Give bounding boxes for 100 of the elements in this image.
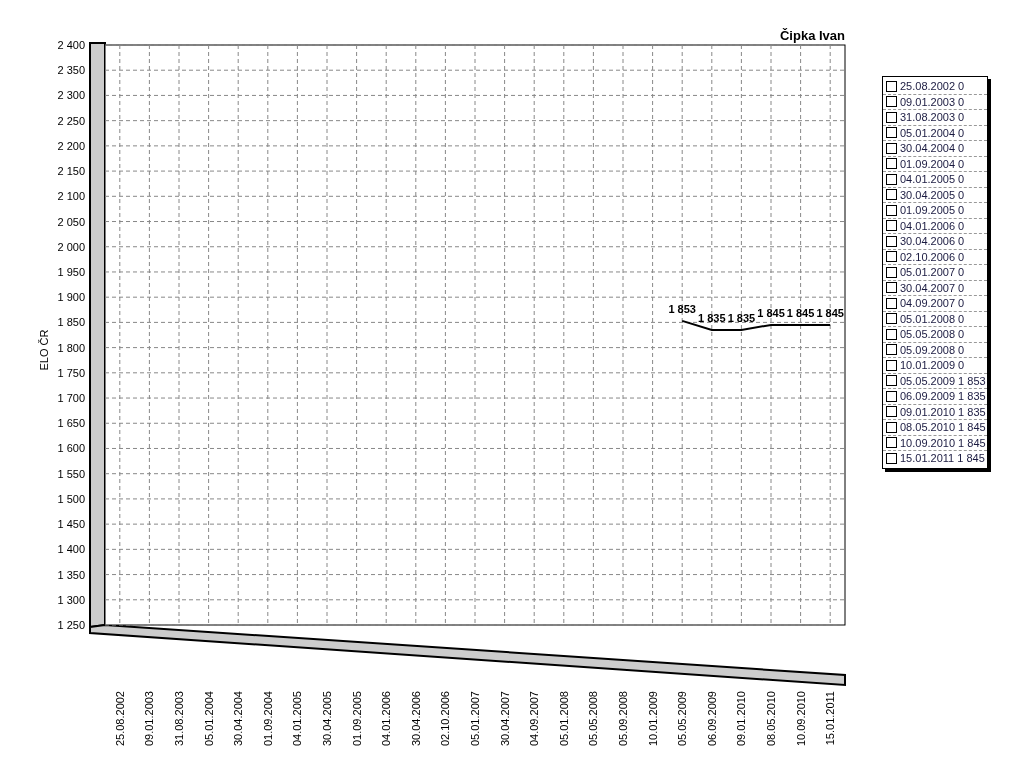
x-tick-label: 06.09.2009 xyxy=(705,691,718,747)
legend-label: 05.05.2008 0 xyxy=(900,328,965,341)
legend-checkbox[interactable] xyxy=(886,390,897,402)
y-tick-label: 1 900 xyxy=(57,291,85,304)
data-label: 1 835 xyxy=(727,311,756,324)
x-tick-label: 10.09.2010 xyxy=(794,691,807,747)
legend-label: 04.09.2007 0 xyxy=(900,297,965,310)
legend-label: 30.04.2006 0 xyxy=(900,235,965,248)
legend-checkbox[interactable] xyxy=(886,266,897,278)
y-tick-label: 1 300 xyxy=(57,593,85,606)
legend-label: 02.10.2006 0 xyxy=(900,250,965,263)
y-tick-label: 1 500 xyxy=(57,492,85,505)
x-tick-label: 04.01.2005 xyxy=(291,691,304,747)
legend-label: 05.01.2007 0 xyxy=(900,266,965,279)
legend-checkbox[interactable] xyxy=(886,220,897,232)
x-tick-label: 05.05.2008 xyxy=(587,691,600,747)
legend-checkbox[interactable] xyxy=(886,313,897,325)
legend-label: 04.01.2006 0 xyxy=(900,219,965,232)
y-tick-label: 1 700 xyxy=(57,392,85,405)
y-tick-label: 1 350 xyxy=(57,568,85,581)
y-tick-label: 1 450 xyxy=(57,518,85,531)
y-tick-label: 1 250 xyxy=(57,619,85,631)
legend-checkbox[interactable] xyxy=(886,142,897,154)
legend-checkbox[interactable] xyxy=(886,421,897,433)
legend-checkbox[interactable] xyxy=(886,452,897,464)
y-axis-label: ELO ČR xyxy=(38,329,50,371)
legend-label: 06.09.2009 1 835 xyxy=(900,390,986,403)
x-tick-label: 30.04.2007 xyxy=(498,691,511,747)
legend-checkbox[interactable] xyxy=(886,251,897,263)
legend-label: 01.09.2005 0 xyxy=(900,204,965,217)
legend-checkbox[interactable] xyxy=(886,359,897,371)
legend-label: 15.01.2011 1 845 xyxy=(900,452,985,465)
legend-label: 04.01.2005 0 xyxy=(900,173,965,186)
data-label: 1 835 xyxy=(698,311,726,324)
x-tick-label: 30.04.2006 xyxy=(409,691,422,747)
y-tick-label: 2 050 xyxy=(57,215,85,228)
data-label: 1 845 xyxy=(816,306,844,319)
x-tick-label: 08.05.2010 xyxy=(765,691,777,747)
x-tick-label: 15.01.2011 xyxy=(824,691,837,746)
x-tick-label: 09.01.2010 xyxy=(735,691,748,747)
legend-label: 31.08.2003 0 xyxy=(900,111,965,124)
legend-checkbox[interactable] xyxy=(886,80,897,92)
legend-checkbox[interactable] xyxy=(886,235,897,247)
legend-label: 30.04.2004 0 xyxy=(900,142,965,155)
legend-label: 10.01.2009 0 xyxy=(900,359,965,372)
y-tick-label: 1 600 xyxy=(57,442,85,455)
y-tick-label: 1 750 xyxy=(57,366,85,379)
y-tick-label: 2 150 xyxy=(57,165,85,178)
legend-label: 05.09.2008 0 xyxy=(900,343,965,356)
legend-label: 05.01.2004 0 xyxy=(900,126,965,139)
data-label: 1 853 xyxy=(668,302,696,315)
y-tick-label: 2 400 xyxy=(57,39,85,51)
y-tick-label: 2 300 xyxy=(57,89,85,102)
x-tick-label: 30.04.2004 xyxy=(232,691,245,747)
y-tick-label: 1 650 xyxy=(57,417,85,430)
y-tick-label: 2 000 xyxy=(57,240,85,253)
x-tick-label: 05.09.2008 xyxy=(617,691,629,747)
legend-checkbox[interactable] xyxy=(886,127,897,139)
y-tick-label: 2 200 xyxy=(57,139,85,152)
legend-checkbox[interactable] xyxy=(886,189,897,201)
x-tick-label: 01.09.2005 xyxy=(350,691,363,747)
x-tick-label: 05.05.2009 xyxy=(676,691,689,747)
data-label: 1 845 xyxy=(757,306,785,319)
x-tick-label: 25.08.2002 xyxy=(113,691,126,747)
legend-label: 05.01.2008 0 xyxy=(900,312,965,325)
x-tick-label: 01.09.2004 xyxy=(261,691,274,747)
y-tick-label: 2 100 xyxy=(57,190,85,203)
legend-label: 25.08.2002 0 xyxy=(900,80,965,93)
y-tick-label: 2 350 xyxy=(57,64,85,77)
x-tick-label: 09.01.2003 xyxy=(143,691,156,747)
legend-checkbox[interactable] xyxy=(886,111,897,123)
legend-checkbox[interactable] xyxy=(886,173,897,185)
legend-checkbox[interactable] xyxy=(886,344,897,356)
legend-label: 05.05.2009 1 853 xyxy=(900,374,986,387)
legend-checkbox[interactable] xyxy=(886,204,897,216)
legend-checkbox[interactable] xyxy=(886,328,897,340)
legend-checkbox[interactable] xyxy=(886,406,897,418)
legend-label: 09.01.2010 1 835 xyxy=(900,405,986,418)
legend-checkbox[interactable] xyxy=(886,96,897,108)
y-tick-label: 1 800 xyxy=(57,341,85,354)
legend-checkbox[interactable] xyxy=(886,158,897,170)
x-tick-label: 05.01.2004 xyxy=(202,691,215,747)
x-tick-label: 04.01.2006 xyxy=(380,691,393,747)
y-tick-label: 2 250 xyxy=(57,114,85,127)
legend-label: 30.04.2007 0 xyxy=(900,281,965,294)
legend-checkbox[interactable] xyxy=(886,297,897,309)
y-tick-label: 1 550 xyxy=(57,467,85,480)
legend-label: 01.09.2004 0 xyxy=(900,157,965,170)
legend-checkbox[interactable] xyxy=(886,282,897,294)
legend-checkbox[interactable] xyxy=(886,375,897,387)
y-tick-label: 1 950 xyxy=(57,265,85,278)
legend-label: 09.01.2003 0 xyxy=(900,95,965,108)
x-tick-label: 10.01.2009 xyxy=(646,691,659,747)
x-tick-label: 30.04.2005 xyxy=(321,691,333,747)
legend-checkbox[interactable] xyxy=(886,437,897,449)
x-tick-label: 05.01.2008 xyxy=(557,691,570,747)
x-tick-label: 31.08.2003 xyxy=(173,691,185,747)
y-tick-label: 1 850 xyxy=(57,316,85,329)
y-tick-label: 1 400 xyxy=(57,543,85,556)
legend-label: 08.05.2010 1 845 xyxy=(900,421,986,434)
